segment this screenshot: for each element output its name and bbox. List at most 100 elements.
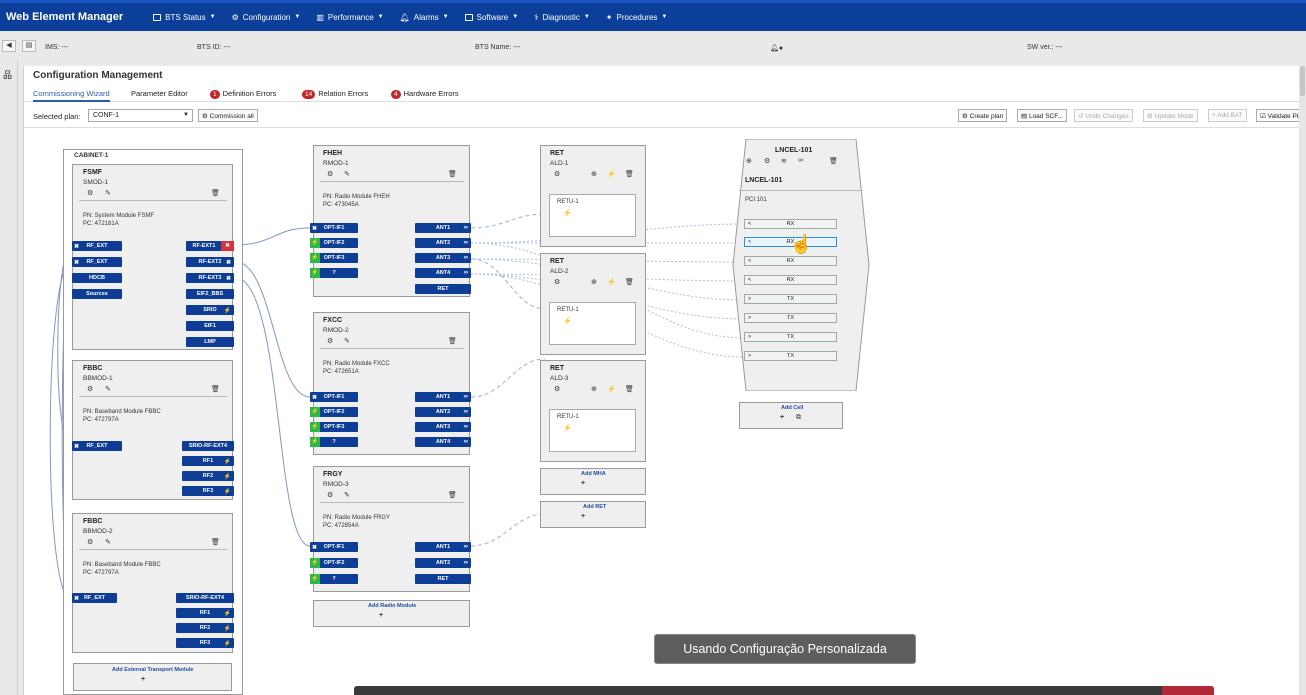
add-radio-link[interactable]: Add Radio Module: [368, 603, 416, 609]
port-opt-if1[interactable]: ✖ OPT-IF1: [310, 542, 358, 552]
cell-port-tx[interactable]: > TX: [744, 351, 837, 361]
ret-ald-2[interactable]: RET ALD-2 ⚙ ⊕ ⚡ 🗑︎ RETU-1 ⚡: [540, 253, 646, 355]
port-lmp[interactable]: LMP: [186, 337, 234, 347]
add-icon[interactable]: ⊕: [591, 385, 597, 393]
port-ant3[interactable]: ANT3 ∞: [415, 422, 471, 432]
port-ant1[interactable]: ANT1 ∞: [415, 392, 471, 402]
port-rf-ext[interactable]: ✖ RF_EXT: [72, 257, 122, 267]
edit-icon[interactable]: ✎: [344, 170, 350, 178]
port-hdcb[interactable]: HDCB: [72, 273, 122, 283]
trash-icon[interactable]: 🗑︎: [625, 278, 634, 286]
gear-icon[interactable]: ⚙: [554, 278, 560, 286]
cell-port-tx[interactable]: > TX: [744, 313, 837, 323]
port-ant4[interactable]: ANT4 ∞: [415, 268, 471, 278]
cell-port-rx[interactable]: < RX: [744, 275, 837, 285]
port-rf-ext3[interactable]: RF-EXT3 ✖: [186, 273, 234, 283]
port-opt-if3[interactable]: ⚡ OPT-IF3: [310, 253, 358, 263]
plan-select[interactable]: CONF-1 ▼: [88, 109, 193, 122]
add-icon[interactable]: ⊕: [591, 170, 597, 178]
port-ant1[interactable]: ANT1 ∞: [415, 542, 471, 552]
gear-icon[interactable]: ⚙: [327, 337, 333, 345]
hierarchy-icon[interactable]: 品: [3, 68, 12, 81]
menu-procedures[interactable]: ✦ Procedures ▼: [598, 13, 676, 22]
cell-port-tx[interactable]: > TX: [744, 332, 837, 342]
tab-hardware-errors[interactable]: 4 Hardware Errors: [391, 89, 459, 99]
add-cell-link[interactable]: Add Cell: [781, 405, 803, 411]
gear-icon[interactable]: ⚙: [327, 170, 333, 178]
plug-icon[interactable]: ⚡: [607, 385, 616, 393]
trash-icon[interactable]: 🗑︎: [448, 170, 457, 178]
gear-icon[interactable]: ⚙: [764, 157, 770, 165]
gear-icon[interactable]: ⚙: [327, 491, 333, 499]
port-unknown[interactable]: ⚡?: [310, 574, 358, 584]
port-opt-if2[interactable]: ⚡ OPT-IF2: [310, 407, 358, 417]
cell-port-rx[interactable]: < RX: [744, 219, 837, 229]
add-ret-box[interactable]: Add RET +: [540, 501, 646, 528]
gear-icon[interactable]: ⚙: [87, 189, 93, 197]
plus-icon[interactable]: +: [581, 513, 585, 520]
collapse-icon[interactable]: ◀: [2, 40, 16, 52]
gear-icon[interactable]: ⚙: [87, 385, 93, 393]
plug-icon[interactable]: ⚡: [563, 209, 572, 217]
plus-icon[interactable]: +: [581, 480, 585, 487]
port-ant2[interactable]: ANT2 ∞: [415, 407, 471, 417]
close-icon[interactable]: ✖: [221, 241, 234, 251]
menu-software[interactable]: Software ▼: [457, 13, 527, 22]
tab-relation-errors[interactable]: 14 Relation Errors: [302, 89, 368, 99]
port-sources[interactable]: Sources: [72, 289, 122, 299]
menu-configuration[interactable]: ⚙ Configuration ▼: [224, 13, 309, 22]
port-ant1[interactable]: ANT1 ∞: [415, 223, 471, 233]
gear-icon[interactable]: ⚙: [87, 538, 93, 546]
edit-icon[interactable]: ✎: [105, 538, 111, 546]
port-rf-ext1[interactable]: RF-EXT1: [186, 241, 222, 251]
plug-icon[interactable]: ⚡: [607, 278, 616, 286]
cell-port-tx[interactable]: > TX: [744, 294, 837, 304]
port-eif2-bbs[interactable]: EIF2_BBS: [186, 289, 234, 299]
retu-unit[interactable]: RETU-1 ⚡: [549, 409, 636, 452]
menu-bts-status[interactable]: BTS Status ▼: [145, 13, 223, 22]
update-mode-button[interactable]: ⚙ Update Mode: [1143, 109, 1198, 122]
trash-icon[interactable]: 🗑︎: [211, 538, 220, 546]
port-rf2[interactable]: RF2 ⚡: [176, 623, 234, 633]
menu-diagnostic[interactable]: ⚕ Diagnostic ▼: [526, 13, 598, 22]
tab-parameter-editor[interactable]: Parameter Editor: [131, 89, 188, 98]
port-opt-if3[interactable]: ⚡ OPT-IF3: [310, 422, 358, 432]
retu-unit[interactable]: RETU-1 ⚡: [549, 194, 636, 237]
plus-icon[interactable]: +: [379, 612, 383, 619]
create-plan-button[interactable]: ⚙ Create plan: [958, 109, 1008, 122]
port-srio-rf-ext4[interactable]: SRIO-RF-EXT4: [182, 441, 234, 451]
add-transport-box[interactable]: Add External Transport Module +: [73, 663, 232, 691]
port-unknown[interactable]: ⚡?: [310, 437, 358, 447]
plus-icon[interactable]: +: [780, 414, 784, 421]
port-ant2[interactable]: ANT2 ∞: [415, 558, 471, 568]
add-bat-button[interactable]: + Add BAT: [1208, 109, 1247, 122]
plug-icon[interactable]: ⚡: [607, 170, 616, 178]
trash-icon[interactable]: 🗑︎: [625, 170, 634, 178]
link-icon[interactable]: ∞: [798, 157, 803, 164]
port-unknown[interactable]: ⚡?: [310, 268, 358, 278]
rss-icon[interactable]: ≋: [781, 157, 787, 165]
tab-definition-errors[interactable]: 1 Definition Errors: [210, 89, 276, 99]
alarm-bell-icon[interactable]: 🔔︎●: [770, 44, 783, 52]
add-mha-link[interactable]: Add MHA: [581, 471, 606, 477]
port-ant3[interactable]: ANT3 ∞: [415, 253, 471, 263]
menu-alarms[interactable]: 🔔︎ Alarms ▼: [392, 13, 457, 22]
port-rf-ext[interactable]: ✖ RF_EXT: [72, 441, 122, 451]
plug-icon[interactable]: ⚡: [563, 317, 572, 325]
undo-changes-button[interactable]: ↺ Undo Changes: [1074, 109, 1133, 122]
port-ret[interactable]: RET: [415, 284, 471, 294]
port-ant4[interactable]: ANT4 ∞: [415, 437, 471, 447]
port-rf-ext[interactable]: ✖ RF_EXT: [72, 241, 122, 251]
edit-icon[interactable]: ✎: [105, 189, 111, 197]
tab-commissioning-wizard[interactable]: Commissioning Wizard: [33, 89, 110, 102]
add-ret-link[interactable]: Add RET: [583, 504, 606, 510]
port-opt-if1[interactable]: ✖ OPT-IF1: [310, 223, 358, 233]
edit-icon[interactable]: ✎: [105, 385, 111, 393]
trash-icon[interactable]: 🗑︎: [211, 189, 220, 197]
commission-all-button[interactable]: ⚙ Commission all: [198, 109, 258, 122]
plus-icon[interactable]: +: [141, 676, 145, 683]
trash-icon[interactable]: 🗑︎: [829, 157, 838, 165]
port-srio[interactable]: SRIO ⚡: [186, 305, 234, 315]
add-icon[interactable]: ⊕: [591, 278, 597, 286]
gear-icon[interactable]: ⚙: [554, 170, 560, 178]
